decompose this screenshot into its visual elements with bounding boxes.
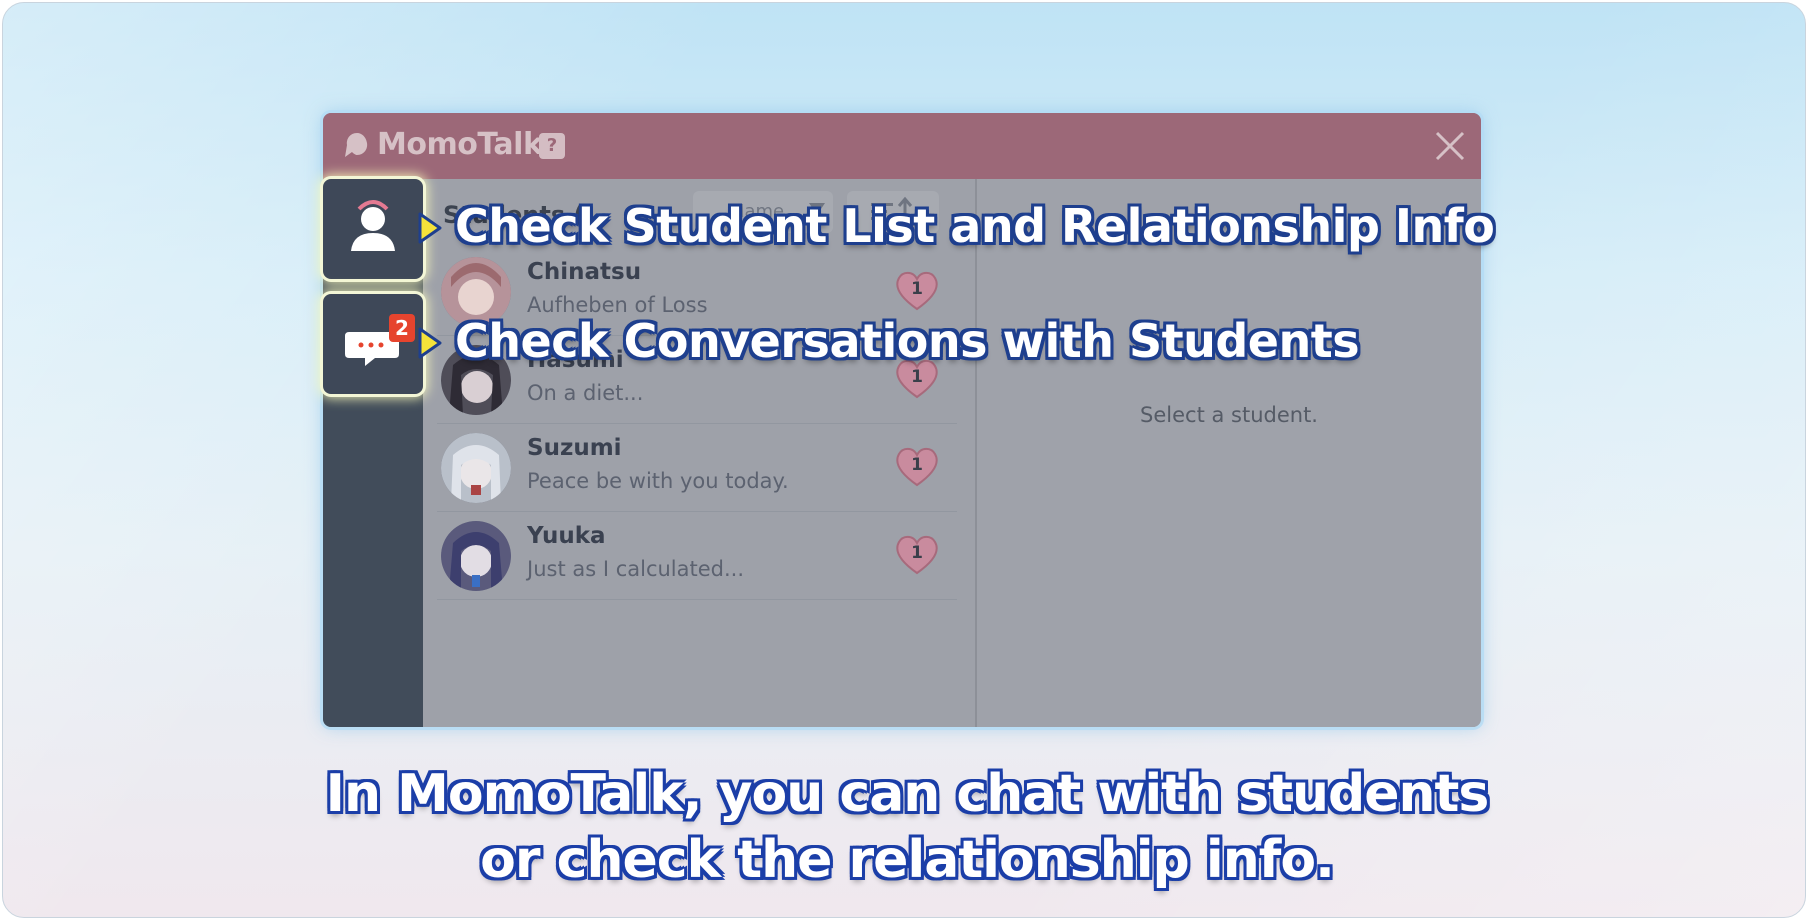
relationship-level: 1 [911, 279, 923, 299]
student-status: On a diet... [527, 381, 644, 405]
student-row[interactable]: Yuuka Just as I calculated... 1 [437, 511, 957, 600]
student-list-pane: Students ( Name Chinatsu Aufheben of Los… [423, 179, 977, 727]
momotalk-logo-icon [345, 133, 368, 157]
relationship-level: 1 [911, 367, 923, 387]
title-bar: MomoTalk ? [323, 113, 1481, 179]
conversations-callout: Check Conversations with Students [455, 314, 1360, 368]
window-title: MomoTalk [377, 127, 543, 162]
tutorial-frame: MomoTalk ? Students ( Name Chinatsu Aufh… [2, 2, 1806, 918]
help-button[interactable]: ? [539, 133, 565, 159]
student-name: Suzumi [527, 435, 622, 461]
relationship-level: 1 [911, 455, 923, 475]
student-name: Yuuka [527, 523, 606, 549]
avatar [441, 433, 511, 503]
student-name: Chinatsu [527, 259, 642, 285]
caption-line-2: or check the relationship info. [480, 830, 1335, 890]
relationship-heart: 1 [893, 445, 941, 489]
pointer-arrow-icon [418, 327, 442, 359]
messages-tab-button[interactable]: 2 [323, 294, 423, 394]
relationship-heart: 1 [893, 269, 941, 313]
students-callout: Check Student List and Relationship Info [455, 199, 1495, 253]
pointer-arrow-icon [418, 212, 442, 244]
student-profile-icon [351, 200, 395, 251]
chat-detail-pane: Select a student. [977, 179, 1481, 727]
student-status: Just as I calculated... [527, 557, 745, 581]
relationship-heart: 1 [893, 533, 941, 577]
chat-bubble-icon [345, 332, 399, 366]
student-status: Peace be with you today. [527, 469, 789, 493]
caption-line-1: In MomoTalk, you can chat with students [325, 764, 1490, 824]
unread-count-badge: 2 [389, 314, 415, 342]
relationship-level: 1 [911, 543, 923, 563]
students-tab-button[interactable] [323, 179, 423, 279]
avatar [441, 521, 511, 591]
empty-state-message: Select a student. [1140, 403, 1318, 427]
tutorial-caption: In MomoTalk, you can chat with students … [3, 761, 1805, 893]
student-row[interactable]: Suzumi Peace be with you today. 1 [437, 423, 957, 512]
close-icon[interactable] [1431, 127, 1469, 165]
